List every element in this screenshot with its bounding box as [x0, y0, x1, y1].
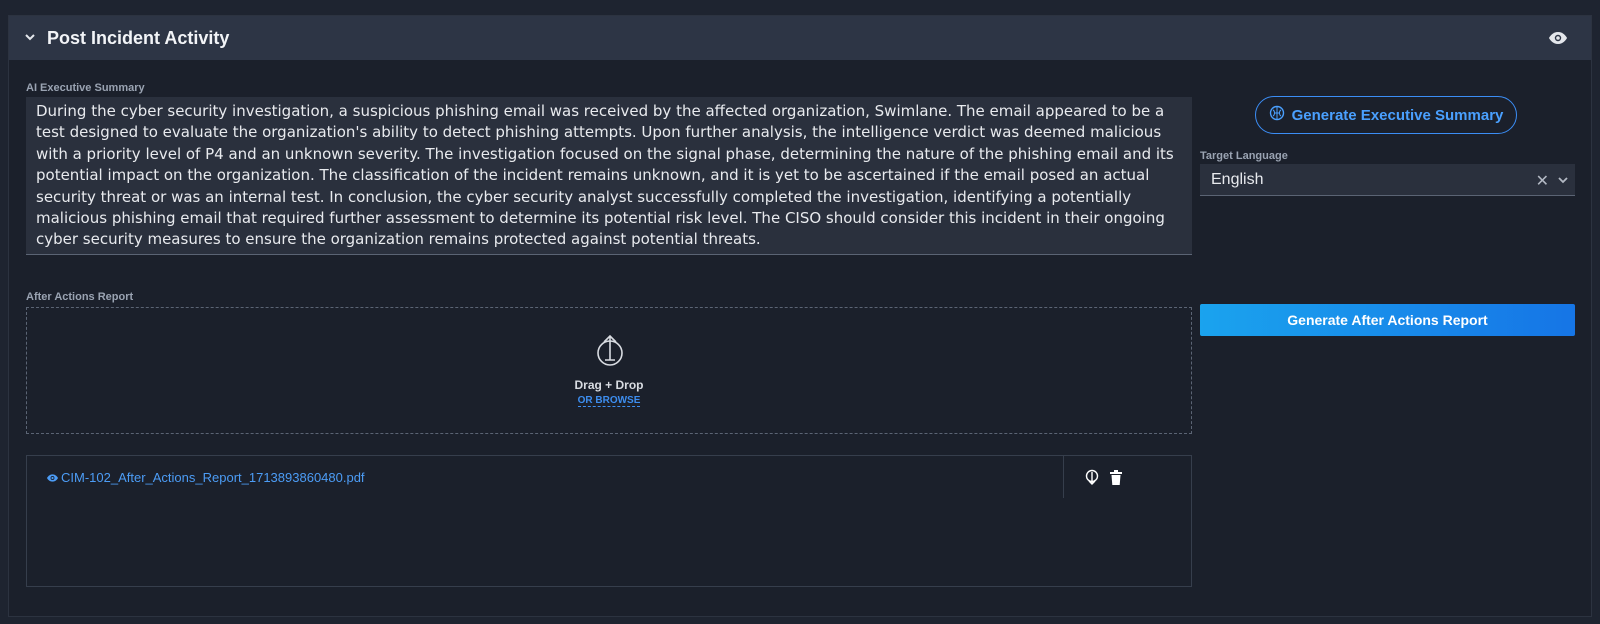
post-incident-activity-panel: Post Incident Activity AI Executive Summ…	[8, 15, 1592, 617]
panel-title: Post Incident Activity	[47, 28, 230, 48]
after-actions-report-label: After Actions Report	[26, 291, 134, 303]
drag-drop-label: Drag + Drop	[574, 378, 644, 392]
file-name: CIM-102_After_Actions_Report_17138938604…	[61, 470, 365, 485]
file-dropzone[interactable]: Drag + Drop OR BROWSE	[26, 307, 1192, 434]
summary-label: AI Executive Summary	[26, 82, 145, 94]
download-icon[interactable]	[1084, 468, 1100, 486]
target-language-select[interactable]: English ✕	[1200, 164, 1575, 196]
target-language-value: English	[1211, 170, 1264, 188]
chevron-down-icon[interactable]	[1557, 173, 1569, 187]
panel-header[interactable]: Post Incident Activity	[9, 16, 1591, 60]
browse-link[interactable]: OR BROWSE	[577, 395, 641, 407]
file-actions-divider	[1063, 456, 1064, 498]
chevron-down-icon[interactable]	[23, 28, 37, 46]
generate-after-actions-report-button[interactable]: Generate After Actions Report	[1200, 304, 1575, 336]
upload-icon	[595, 334, 625, 368]
eye-icon[interactable]	[1547, 27, 1569, 49]
file-item-link[interactable]: CIM-102_After_Actions_Report_17138938604…	[47, 470, 365, 485]
executive-summary-text[interactable]: During the cyber security investigation,…	[26, 97, 1192, 255]
brain-icon	[1269, 105, 1285, 125]
generate-summary-label: Generate Executive Summary	[1291, 106, 1504, 124]
generate-executive-summary-button[interactable]: Generate Executive Summary	[1255, 96, 1517, 134]
trash-icon[interactable]	[1108, 468, 1124, 486]
eye-icon	[47, 470, 58, 485]
close-icon[interactable]: ✕	[1536, 171, 1549, 191]
attached-files-list: CIM-102_After_Actions_Report_17138938604…	[26, 455, 1192, 587]
target-language-label: Target Language	[1200, 150, 1288, 162]
